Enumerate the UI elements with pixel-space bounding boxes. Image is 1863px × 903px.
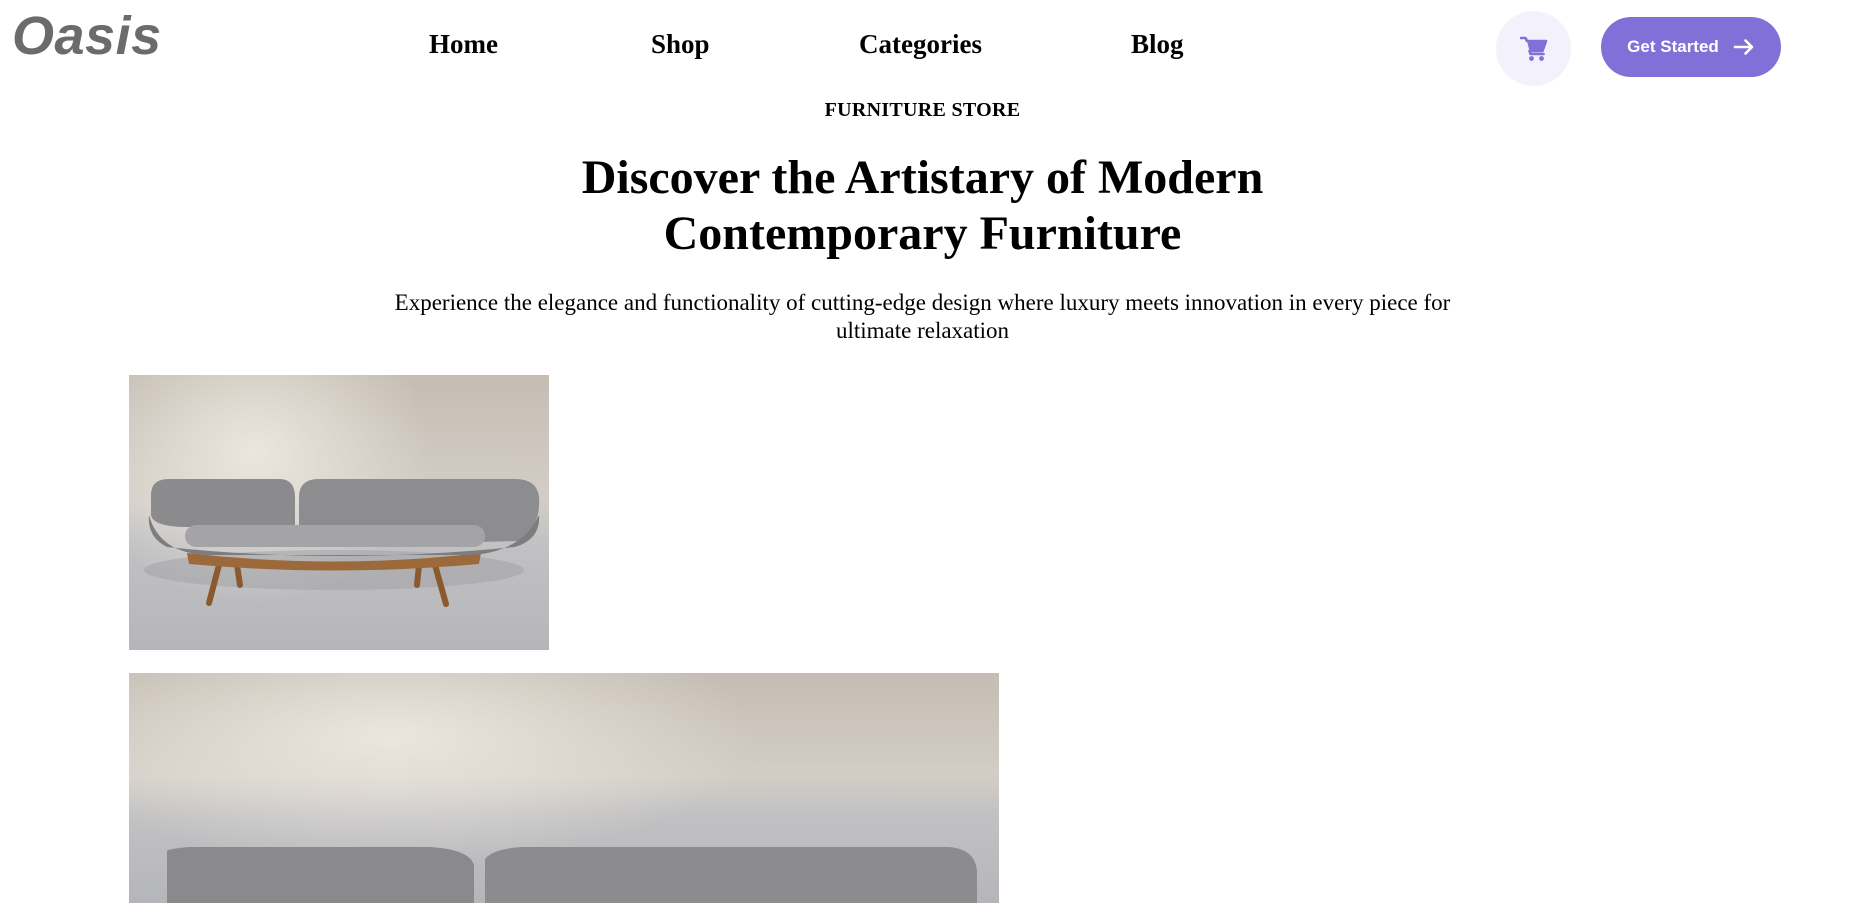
nav-link-categories[interactable]: Categories	[859, 26, 982, 62]
nav-link-shop[interactable]: Shop	[651, 26, 710, 62]
hero-title-line-1: Discover the Artistary of Modern	[581, 151, 1264, 204]
site-logo[interactable]: Oasis	[12, 6, 162, 66]
sofa-image	[129, 375, 549, 650]
hero-eyebrow: FURNITURE STORE	[824, 99, 1021, 121]
hero-title-line-2: Contemporary Furniture	[663, 207, 1182, 260]
arrow-right-icon	[1733, 39, 1754, 55]
get-started-button[interactable]: Get Started	[1601, 17, 1781, 77]
nav-link-home[interactable]: Home	[429, 26, 498, 62]
get-started-label: Get Started	[1627, 37, 1719, 56]
cart-icon	[1519, 36, 1547, 61]
hero-description: Experience the elegance and functionalit…	[394, 290, 1451, 343]
sofa-image	[129, 673, 999, 903]
hero-title: Discover the Artistary of Modern Contemp…	[0, 150, 1845, 262]
cart-button[interactable]	[1496, 11, 1571, 86]
nav-link-blog[interactable]: Blog	[1131, 26, 1184, 62]
